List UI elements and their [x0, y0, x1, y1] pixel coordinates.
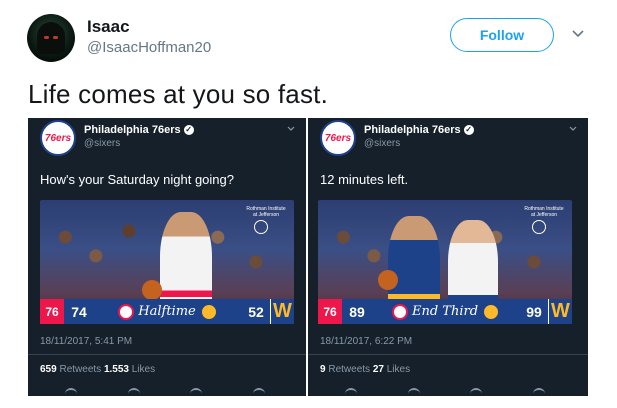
- sixers-scorebar-logo: 76: [40, 299, 64, 324]
- screenshot-account-name: Philadelphia 76ers ✓: [364, 124, 474, 136]
- divider: [28, 354, 306, 355]
- verified-icon: ✓: [183, 125, 194, 136]
- sponsor-text: Rothman Institute at Jefferson: [246, 206, 286, 218]
- warriors-scorebar-logo: W: [270, 299, 294, 324]
- tweet-media[interactable]: 76ers Philadelphia 76ers ✓ @sixers How's …: [28, 118, 588, 396]
- screenshot-account-name: Philadelphia 76ers ✓: [84, 124, 194, 136]
- verified-icon: ✓: [463, 125, 474, 136]
- screenshot-stats: 659 Retweets 1.553 Likes: [40, 364, 155, 375]
- screenshot-account-handle: @sixers: [364, 138, 401, 149]
- action-icons: [40, 388, 290, 396]
- share-icon: [532, 388, 545, 396]
- screenshot-stats: 9 Retweets 27 Likes: [320, 364, 410, 375]
- retweet-count: 659: [40, 364, 57, 375]
- period-block: Halftime: [94, 302, 242, 321]
- sixers-logo-icon: 76ers: [40, 120, 76, 156]
- sixers-ball-icon: [391, 303, 408, 320]
- action-icons: [320, 388, 570, 396]
- scorebar: 76 89 End Third 99 W: [318, 299, 572, 324]
- screenshot-text: How's your Saturday night going?: [40, 172, 234, 187]
- home-score: 89: [349, 303, 365, 320]
- like-count: 1.553: [103, 364, 129, 375]
- screenshot-account-handle: @sixers: [84, 138, 121, 149]
- sixers-scorebar-logo: 76: [318, 299, 342, 324]
- period-label: Halftime: [138, 304, 196, 319]
- warriors-logo-icon: [482, 302, 501, 321]
- away-score: 99: [526, 303, 542, 320]
- tweet-text: Life comes at you so fast.: [28, 79, 329, 109]
- like-icon: [190, 388, 203, 396]
- retweet-label: Retweets: [328, 364, 371, 375]
- basketball-icon: [142, 280, 162, 300]
- sponsor-badge-icon: [532, 220, 546, 234]
- chevron-down-icon: [287, 126, 295, 131]
- retweet-count: 9: [320, 364, 326, 375]
- sixers-ball-icon: [118, 303, 135, 320]
- author-handle[interactable]: @IsaacHoffman20: [87, 39, 211, 56]
- screenshot-1: 76ers Philadelphia 76ers ✓ @sixers How's …: [28, 118, 306, 396]
- retweet-icon: [407, 388, 420, 396]
- like-icon: [470, 388, 483, 396]
- sixers-logo-icon: 76ers: [320, 120, 356, 156]
- warriors-scorebar-logo: W: [548, 299, 572, 324]
- sponsor-text: Rothman Institute at Jefferson: [524, 206, 564, 218]
- basketball-icon: [378, 270, 398, 290]
- period-label: End Third: [411, 304, 479, 319]
- home-score: 74: [71, 303, 87, 320]
- retweet-icon: [127, 388, 140, 396]
- like-label: Likes: [386, 364, 411, 375]
- warriors-logo-icon: [199, 302, 218, 321]
- chevron-down-icon[interactable]: [571, 26, 585, 40]
- screenshot-2: 76ers Philadelphia 76ers ✓ @sixers 12 min…: [308, 118, 588, 396]
- screenshot-timestamp: 18/11/2017, 5:41 PM: [40, 336, 133, 347]
- reply-icon: [345, 388, 358, 396]
- period-block: End Third: [372, 302, 520, 321]
- chevron-down-icon: [569, 126, 577, 131]
- avatar[interactable]: [27, 14, 75, 62]
- like-count: 27: [372, 364, 384, 375]
- author-name[interactable]: Isaac: [87, 17, 130, 37]
- tweet-header: Isaac @IsaacHoffman20 Follow: [27, 14, 597, 64]
- share-icon: [252, 388, 265, 396]
- avatar-eye-right: [53, 36, 58, 39]
- follow-button[interactable]: Follow: [450, 18, 554, 52]
- like-label: Likes: [131, 364, 156, 375]
- away-score: 52: [248, 303, 264, 320]
- avatar-figure: [37, 22, 65, 54]
- reply-icon: [65, 388, 78, 396]
- retweet-label: Retweets: [59, 364, 102, 375]
- scorebar: 76 74 Halftime 52 W: [40, 299, 294, 324]
- avatar-eye-left: [44, 36, 49, 39]
- screenshot-timestamp: 18/11/2017, 6:22 PM: [320, 336, 413, 347]
- screenshot-text: 12 minutes left.: [320, 172, 409, 187]
- sponsor-badge-icon: [254, 220, 268, 234]
- divider: [308, 354, 588, 355]
